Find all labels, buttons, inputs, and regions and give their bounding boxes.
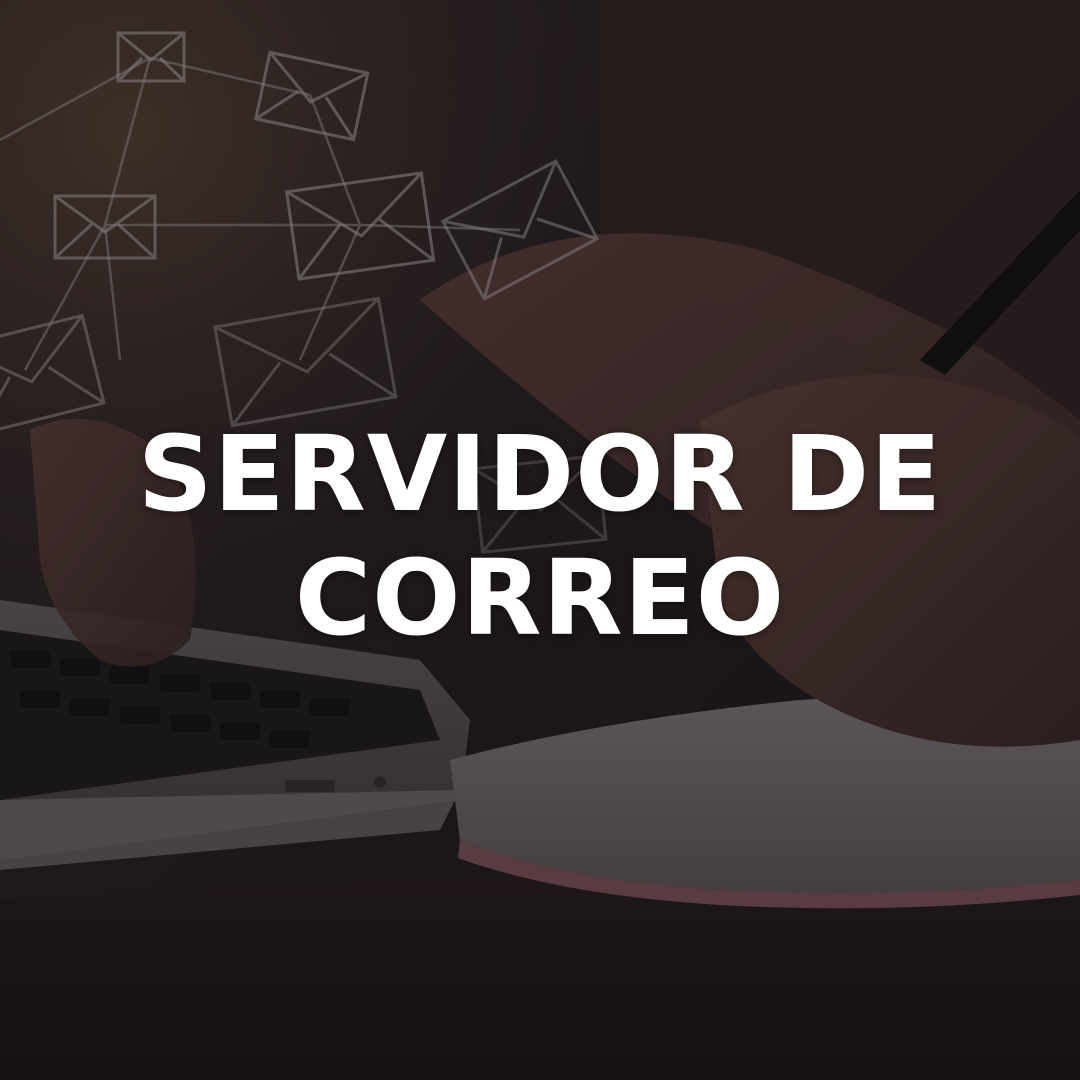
headline: SERVIDOR DE CORREO [0, 412, 1080, 660]
headline-line-2: CORREO [294, 537, 786, 659]
headline-line-1: SERVIDOR DE [137, 413, 943, 535]
promo-card: SERVIDOR DE CORREO [0, 0, 1080, 1080]
